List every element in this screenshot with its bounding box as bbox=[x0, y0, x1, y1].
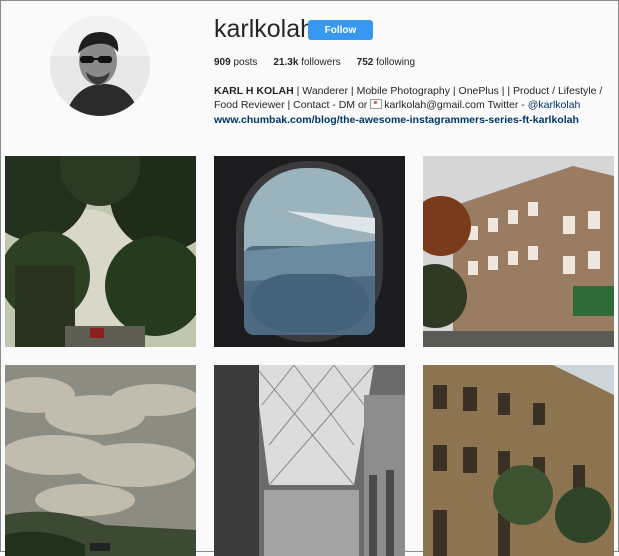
photo-tile[interactable] bbox=[423, 156, 614, 347]
following-stat[interactable]: 752 following bbox=[357, 57, 415, 68]
follow-button[interactable]: Follow bbox=[308, 20, 373, 40]
posts-stat: 909 posts bbox=[214, 57, 257, 68]
twitter-handle-link[interactable]: @karlkolah bbox=[528, 99, 581, 111]
bio-name: KARL H KOLAH bbox=[214, 85, 294, 97]
photo-heritage-building bbox=[423, 156, 614, 347]
followers-stat[interactable]: 21.3k followers bbox=[273, 57, 340, 68]
photo-tile[interactable] bbox=[5, 156, 196, 347]
envelope-icon bbox=[370, 99, 383, 109]
photo-tile[interactable] bbox=[423, 365, 614, 556]
profile-avatar[interactable] bbox=[50, 16, 150, 116]
followers-count: 21.3k bbox=[273, 57, 299, 68]
photo-old-facade bbox=[423, 365, 614, 556]
photo-museum-roof bbox=[214, 365, 405, 556]
profile-website-link[interactable]: www.chumbak.com/blog/the-awesome-instagr… bbox=[214, 114, 579, 126]
following-label: following bbox=[376, 57, 416, 68]
bio-email: karlkolah@gmail.com Twitter - bbox=[384, 99, 525, 111]
photo-trees-road bbox=[5, 156, 196, 347]
profile-username: karlkolah bbox=[214, 15, 315, 43]
photo-tile[interactable] bbox=[5, 365, 196, 556]
posts-count: 909 bbox=[214, 57, 231, 68]
photo-plane-window bbox=[214, 156, 405, 347]
photo-cloudy-sky bbox=[5, 365, 196, 556]
photo-tile[interactable] bbox=[214, 156, 405, 347]
followers-label: followers bbox=[301, 57, 341, 68]
posts-label: posts bbox=[233, 57, 258, 68]
profile-bio: KARL H KOLAH | Wanderer | Mobile Photogr… bbox=[214, 84, 609, 112]
following-count: 752 bbox=[356, 57, 374, 68]
profile-stats: 909 posts 21.3k followers 752 following bbox=[214, 57, 415, 68]
photo-tile[interactable] bbox=[214, 365, 405, 556]
